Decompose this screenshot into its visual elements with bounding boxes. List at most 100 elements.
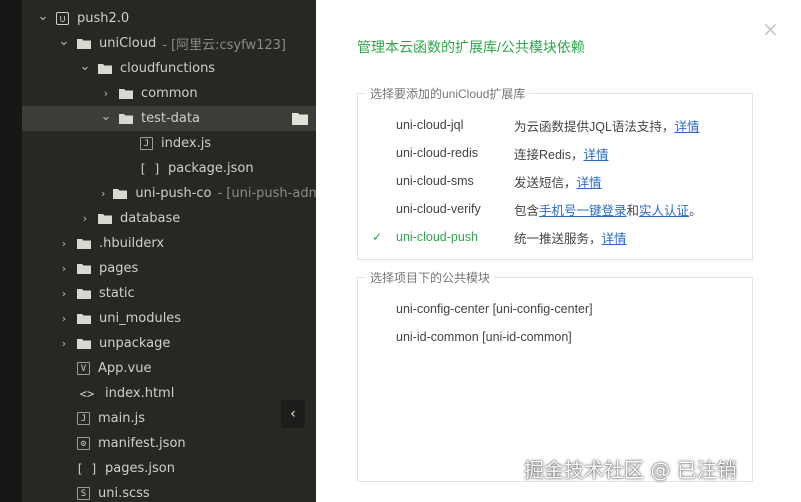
chevron-right-icon[interactable]: › [101, 87, 111, 100]
extension-description: 连接Redis，详情 [514, 144, 608, 163]
tree-item[interactable]: › .hbuilderx [22, 231, 316, 256]
folder-icon [119, 113, 133, 124]
tree-item-label: main.js [98, 411, 145, 426]
checkmark-icon: ✓ [372, 230, 383, 244]
folder-icon [98, 63, 112, 74]
detail-link[interactable]: 详情 [602, 232, 627, 246]
extension-option[interactable]: uni-cloud-sms 发送短信，详情 [358, 170, 752, 192]
js-file-icon: J [140, 137, 153, 150]
tree-item-label: pages [99, 261, 139, 276]
chevron-right-icon[interactable]: › [59, 312, 69, 325]
folder-icon [119, 88, 133, 99]
tree-item-label: uni.scss [98, 486, 150, 501]
tree-item[interactable]: › common [22, 81, 316, 106]
detail-link[interactable]: 详情 [674, 120, 699, 134]
tree-item-label: uni_modules [99, 311, 182, 326]
tree-item[interactable]: › database [22, 206, 316, 231]
tree-item[interactable]: ⌄ uniCloud - [阿里云:csyfw123] [22, 31, 316, 56]
detail-link[interactable]: 详情 [583, 148, 608, 162]
tree-item[interactable]: ›<>index.html [22, 381, 316, 406]
module-option[interactable]: uni-config-center [uni-config-center] [396, 302, 593, 316]
tree-item[interactable]: › uni-push-co - [uni-push-adm [22, 181, 316, 206]
description-text: 为云函数提供JQL语法支持， [514, 119, 675, 134]
tree-item-label: manifest.json [98, 436, 186, 451]
tree-item[interactable]: ⌄ cloudfunctions [22, 56, 316, 81]
chevron-left-icon: ‹ [290, 406, 296, 422]
tree-item-label: test-data [141, 111, 200, 126]
tree-item-label: push2.0 [77, 11, 130, 26]
collapse-panel-button[interactable]: ‹ [281, 400, 305, 428]
extension-name: uni-cloud-sms [396, 174, 474, 188]
chevron-right-icon[interactable]: › [59, 287, 69, 300]
tree-item[interactable]: ›⚙manifest.json [22, 431, 316, 456]
tree-item-label: App.vue [98, 361, 152, 376]
tree-item[interactable]: ›Suni.scss [22, 481, 316, 502]
tree-item[interactable]: › pages [22, 256, 316, 281]
folder-icon [77, 313, 91, 324]
open-folder-icon[interactable] [292, 112, 308, 129]
vue-file-icon: V [77, 362, 90, 375]
watermark-text: 掘金技术社区 @ 已注销 [524, 458, 737, 482]
json-file-icon: [ ] [139, 161, 161, 176]
description-text: 统一推送服务， [514, 231, 602, 246]
chevron-right-icon[interactable]: › [101, 187, 105, 200]
description-text: 和 [626, 203, 640, 218]
chevron-down-icon[interactable]: ⌄ [80, 59, 91, 74]
detail-link[interactable]: 详情 [577, 176, 602, 190]
folder-icon [77, 238, 91, 249]
extension-option[interactable]: ✓ uni-cloud-push 统一推送服务，详情 [358, 226, 752, 248]
chevron-right-icon[interactable]: › [59, 237, 69, 250]
extension-name: uni-cloud-verify [396, 202, 481, 216]
extensions-legend: 选择要添加的uniCloud扩展库 [366, 85, 530, 102]
close-icon[interactable]: × [762, 19, 779, 39]
module-option[interactable]: uni-id-common [uni-id-common] [396, 330, 572, 344]
tree-item[interactable]: › static [22, 281, 316, 306]
chevron-down-icon[interactable]: ⌄ [59, 34, 70, 49]
tree-item-annotation: - [阿里云:csyfw123] [162, 38, 286, 53]
detail-link[interactable]: 实人认证 [639, 204, 689, 218]
tree-item-label: database [120, 211, 181, 226]
folder-icon [113, 188, 128, 199]
description-text: 连接Redis， [514, 147, 584, 162]
folder-icon [77, 338, 91, 349]
tree-item-label: .hbuilderx [99, 236, 165, 251]
activity-strip [0, 0, 22, 502]
extension-option[interactable]: uni-cloud-redis 连接Redis，详情 [358, 142, 752, 164]
scss-file-icon: S [77, 487, 90, 500]
extension-option[interactable]: uni-cloud-jql 为云函数提供JQL语法支持，详情 [358, 114, 752, 136]
dependency-dialog: 管理本云函数的扩展库/公共模块依赖 × 选择要添加的uniCloud扩展库 un… [316, 0, 801, 502]
extensions-group: 选择要添加的uniCloud扩展库 uni-cloud-jql 为云函数提供JQL… [357, 85, 753, 260]
tree-item[interactable]: ›Jmain.js [22, 406, 316, 431]
tree-item-label: cloudfunctions [120, 61, 216, 76]
tree-item-annotation: - [uni-push-adm [217, 186, 316, 201]
tree-item-label: uni-push-co [135, 186, 212, 201]
folder-icon [77, 288, 91, 299]
extension-name: uni-cloud-jql [396, 118, 464, 132]
chevron-right-icon[interactable]: › [80, 212, 90, 225]
tree-item[interactable]: ›VApp.vue [22, 356, 316, 381]
description-text: 包含 [514, 203, 540, 218]
tree-item[interactable]: ⌄ Upush2.0 [22, 6, 316, 31]
chevron-right-icon[interactable]: › [59, 337, 69, 350]
tree-item-label: package.json [168, 161, 254, 176]
extension-description: 发送短信，详情 [514, 172, 602, 191]
modules-legend: 选择项目下的公共模块 [366, 269, 495, 286]
tree-item[interactable]: ›Jindex.js [22, 131, 316, 156]
tree-item-label: common [141, 86, 198, 101]
svg-text:U: U [60, 15, 66, 24]
chevron-right-icon[interactable]: › [59, 262, 69, 275]
chevron-down-icon[interactable]: ⌄ [38, 9, 49, 24]
extension-description: 统一推送服务，详情 [514, 228, 627, 247]
tree-item[interactable]: › uni_modules [22, 306, 316, 331]
tree-item[interactable]: › unpackage [22, 331, 316, 356]
html-file-icon: <> [79, 386, 95, 401]
tree-item[interactable]: ⌄ test-data [22, 106, 316, 131]
tree-item[interactable]: ›[ ]pages.json [22, 456, 316, 481]
tree-item-label: index.html [105, 386, 175, 401]
detail-link[interactable]: 手机号一键登录 [539, 204, 627, 218]
chevron-down-icon[interactable]: ⌄ [101, 109, 112, 124]
tree-item[interactable]: ›[ ]package.json [22, 156, 316, 181]
folder-icon [77, 263, 91, 274]
extension-option[interactable]: uni-cloud-verify 包含手机号一键登录和实人认证。 [358, 198, 752, 220]
extension-description: 包含手机号一键登录和实人认证。 [514, 200, 702, 219]
